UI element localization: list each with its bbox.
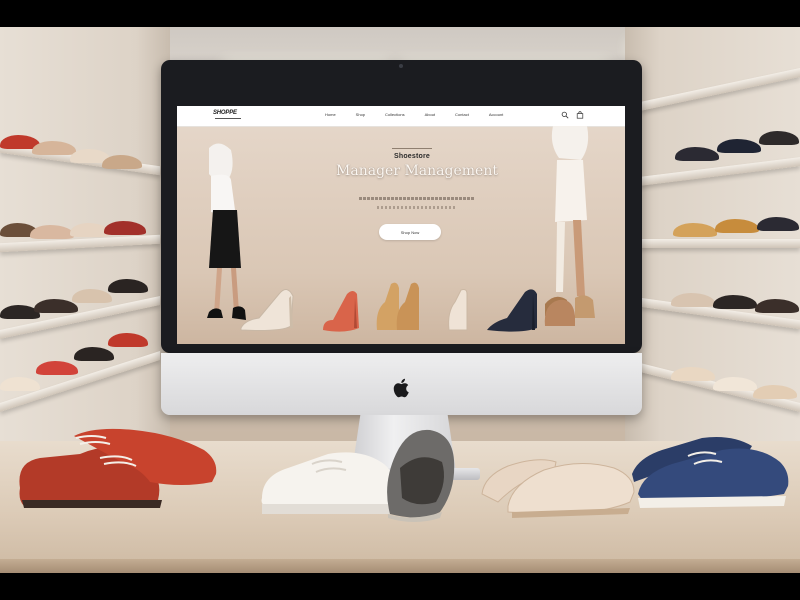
shelf-shoe — [675, 147, 719, 161]
shelf-shoe — [673, 223, 717, 237]
screen-shoe — [448, 289, 468, 331]
shelf-shoe — [715, 219, 759, 233]
shelf-board — [640, 67, 800, 112]
shelf-shoe — [72, 289, 112, 303]
desk-shoe-red-derby — [19, 428, 217, 508]
shelf-shoe — [759, 131, 799, 145]
nav-link-collections[interactable]: Collections — [385, 112, 405, 117]
shelf-board — [0, 234, 160, 253]
counter-edge — [0, 559, 800, 573]
hero-kicker: Shoestore — [393, 153, 431, 160]
shelf-shoe — [74, 347, 114, 361]
shelf-shoe — [713, 377, 757, 391]
nav-links: Home Shop Collections About Contact Acco… — [325, 112, 503, 117]
search-icon[interactable] — [561, 111, 569, 119]
shelf-board — [640, 239, 800, 248]
hero-kicker-rule — [392, 148, 432, 149]
hero-subtitle-line — [359, 197, 475, 200]
shelf-shoe — [671, 293, 715, 307]
desk-shoe-grey-derby — [387, 429, 455, 522]
shelf-shoe — [108, 279, 148, 293]
nav-link-about[interactable]: About — [425, 112, 435, 117]
hero-title: Manager Management — [336, 163, 498, 179]
shelf-shoe — [713, 295, 757, 309]
shelf-shoe — [755, 299, 799, 313]
desk-shoe-beige-flat — [481, 459, 635, 518]
shelf-shoe — [32, 141, 76, 155]
website-screen: SHOPPE Home Shop Collections About Conta… — [177, 106, 625, 344]
screen-shoe — [323, 291, 359, 332]
shelf-shoe — [104, 221, 146, 235]
shelf-shoe — [30, 225, 74, 239]
site-navbar: SHOPPE Home Shop Collections About Conta… — [177, 106, 625, 127]
camera-icon — [399, 64, 403, 68]
nav-link-shop[interactable]: Shop — [356, 112, 365, 117]
shelf-shoe — [102, 155, 142, 169]
nav-icons — [561, 111, 584, 119]
site-logo[interactable]: SHOPPE — [213, 110, 237, 116]
nav-link-home[interactable]: Home — [325, 112, 336, 117]
shelf-shoe — [0, 377, 40, 391]
shelf-shoe — [671, 367, 715, 381]
shelf-board — [640, 157, 800, 186]
hero-subtitle-line — [377, 206, 457, 209]
logo-underline — [215, 118, 241, 119]
nav-link-contact[interactable]: Contact — [455, 112, 469, 117]
apple-icon — [393, 378, 409, 398]
desk-shoe-navy-sneaker — [632, 437, 789, 508]
screen-shoe — [376, 282, 419, 330]
bag-icon[interactable] — [576, 111, 584, 119]
shop-now-button[interactable]: Shop Now — [379, 224, 441, 240]
nav-link-account[interactable]: Account — [489, 112, 503, 117]
screen-shoe — [240, 289, 294, 331]
shelf-shoe — [757, 217, 799, 231]
screen-shoe — [487, 289, 537, 332]
shelf-shoe — [108, 333, 148, 347]
shelf-shoe — [717, 139, 761, 153]
screen-shoe — [544, 299, 575, 326]
shelf-shoe — [36, 361, 78, 375]
shelf-shoe — [753, 385, 797, 399]
